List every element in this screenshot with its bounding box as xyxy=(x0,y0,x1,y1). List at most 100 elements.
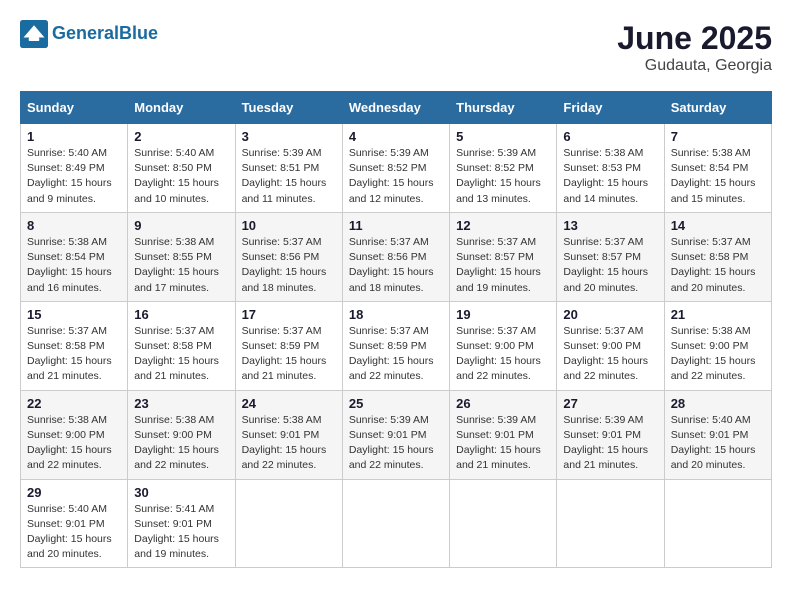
calendar-day-cell: 29 Sunrise: 5:40 AM Sunset: 9:01 PM Dayl… xyxy=(21,479,128,568)
day-number: 7 xyxy=(671,129,765,144)
day-number: 26 xyxy=(456,396,550,411)
sunrise-text: Sunrise: 5:39 AM xyxy=(242,146,336,161)
day-info: Sunrise: 5:37 AM Sunset: 8:56 PM Dayligh… xyxy=(242,235,336,296)
day-info: Sunrise: 5:38 AM Sunset: 8:54 PM Dayligh… xyxy=(27,235,121,296)
sunset-text: Sunset: 9:00 PM xyxy=(671,339,765,354)
sunrise-text: Sunrise: 5:37 AM xyxy=(456,235,550,250)
daylight-text: Daylight: 15 hours and 21 minutes. xyxy=(456,443,550,473)
header-sunday: Sunday xyxy=(21,92,128,124)
calendar-day-cell: 30 Sunrise: 5:41 AM Sunset: 9:01 PM Dayl… xyxy=(128,479,235,568)
day-number: 29 xyxy=(27,485,121,500)
day-info: Sunrise: 5:38 AM Sunset: 9:01 PM Dayligh… xyxy=(242,413,336,474)
sunrise-text: Sunrise: 5:37 AM xyxy=(349,235,443,250)
sunset-text: Sunset: 9:00 PM xyxy=(563,339,657,354)
sunrise-text: Sunrise: 5:37 AM xyxy=(134,324,228,339)
calendar-week-row: 22 Sunrise: 5:38 AM Sunset: 9:00 PM Dayl… xyxy=(21,390,772,479)
day-info: Sunrise: 5:39 AM Sunset: 8:52 PM Dayligh… xyxy=(349,146,443,207)
sunset-text: Sunset: 8:53 PM xyxy=(563,161,657,176)
day-info: Sunrise: 5:38 AM Sunset: 9:00 PM Dayligh… xyxy=(671,324,765,385)
day-number: 25 xyxy=(349,396,443,411)
daylight-text: Daylight: 15 hours and 13 minutes. xyxy=(456,176,550,206)
sunrise-text: Sunrise: 5:37 AM xyxy=(671,235,765,250)
calendar-day-cell: 26 Sunrise: 5:39 AM Sunset: 9:01 PM Dayl… xyxy=(450,390,557,479)
day-number: 10 xyxy=(242,218,336,233)
day-info: Sunrise: 5:39 AM Sunset: 9:01 PM Dayligh… xyxy=(456,413,550,474)
daylight-text: Daylight: 15 hours and 22 minutes. xyxy=(671,354,765,384)
calendar-week-row: 1 Sunrise: 5:40 AM Sunset: 8:49 PM Dayli… xyxy=(21,124,772,213)
calendar-day-cell: 25 Sunrise: 5:39 AM Sunset: 9:01 PM Dayl… xyxy=(342,390,449,479)
day-number: 5 xyxy=(456,129,550,144)
day-info: Sunrise: 5:37 AM Sunset: 9:00 PM Dayligh… xyxy=(563,324,657,385)
empty-cell xyxy=(450,479,557,568)
sunrise-text: Sunrise: 5:39 AM xyxy=(456,146,550,161)
sunrise-text: Sunrise: 5:40 AM xyxy=(671,413,765,428)
daylight-text: Daylight: 15 hours and 15 minutes. xyxy=(671,176,765,206)
day-number: 15 xyxy=(27,307,121,322)
day-info: Sunrise: 5:37 AM Sunset: 8:57 PM Dayligh… xyxy=(456,235,550,296)
day-number: 13 xyxy=(563,218,657,233)
sunrise-text: Sunrise: 5:39 AM xyxy=(349,146,443,161)
sunrise-text: Sunrise: 5:37 AM xyxy=(349,324,443,339)
sunset-text: Sunset: 9:00 PM xyxy=(134,428,228,443)
day-number: 3 xyxy=(242,129,336,144)
day-number: 20 xyxy=(563,307,657,322)
sunrise-text: Sunrise: 5:37 AM xyxy=(242,235,336,250)
day-info: Sunrise: 5:38 AM Sunset: 9:00 PM Dayligh… xyxy=(27,413,121,474)
daylight-text: Daylight: 15 hours and 10 minutes. xyxy=(134,176,228,206)
day-number: 14 xyxy=(671,218,765,233)
sunset-text: Sunset: 9:01 PM xyxy=(349,428,443,443)
calendar-week-row: 8 Sunrise: 5:38 AM Sunset: 8:54 PM Dayli… xyxy=(21,212,772,301)
sunrise-text: Sunrise: 5:38 AM xyxy=(27,413,121,428)
day-number: 6 xyxy=(563,129,657,144)
calendar-day-cell: 5 Sunrise: 5:39 AM Sunset: 8:52 PM Dayli… xyxy=(450,124,557,213)
daylight-text: Daylight: 15 hours and 22 minutes. xyxy=(27,443,121,473)
day-info: Sunrise: 5:37 AM Sunset: 8:59 PM Dayligh… xyxy=(349,324,443,385)
logo-general: General xyxy=(52,23,119,43)
calendar-day-cell: 9 Sunrise: 5:38 AM Sunset: 8:55 PM Dayli… xyxy=(128,212,235,301)
day-number: 2 xyxy=(134,129,228,144)
calendar-table: Sunday Monday Tuesday Wednesday Thursday… xyxy=(20,91,772,568)
daylight-text: Daylight: 15 hours and 20 minutes. xyxy=(671,443,765,473)
sunrise-text: Sunrise: 5:41 AM xyxy=(134,502,228,517)
day-info: Sunrise: 5:39 AM Sunset: 9:01 PM Dayligh… xyxy=(349,413,443,474)
sunrise-text: Sunrise: 5:38 AM xyxy=(134,235,228,250)
logo-icon xyxy=(20,20,48,48)
day-info: Sunrise: 5:39 AM Sunset: 8:51 PM Dayligh… xyxy=(242,146,336,207)
sunset-text: Sunset: 8:58 PM xyxy=(134,339,228,354)
sunset-text: Sunset: 8:57 PM xyxy=(563,250,657,265)
calendar-day-cell: 19 Sunrise: 5:37 AM Sunset: 9:00 PM Dayl… xyxy=(450,301,557,390)
daylight-text: Daylight: 15 hours and 19 minutes. xyxy=(134,532,228,562)
daylight-text: Daylight: 15 hours and 16 minutes. xyxy=(27,265,121,295)
sunrise-text: Sunrise: 5:38 AM xyxy=(563,146,657,161)
sunrise-text: Sunrise: 5:38 AM xyxy=(671,324,765,339)
calendar-day-cell: 28 Sunrise: 5:40 AM Sunset: 9:01 PM Dayl… xyxy=(664,390,771,479)
calendar-week-row: 15 Sunrise: 5:37 AM Sunset: 8:58 PM Dayl… xyxy=(21,301,772,390)
calendar-day-cell: 16 Sunrise: 5:37 AM Sunset: 8:58 PM Dayl… xyxy=(128,301,235,390)
day-info: Sunrise: 5:38 AM Sunset: 8:55 PM Dayligh… xyxy=(134,235,228,296)
calendar-day-cell: 14 Sunrise: 5:37 AM Sunset: 8:58 PM Dayl… xyxy=(664,212,771,301)
sunset-text: Sunset: 8:54 PM xyxy=(671,161,765,176)
calendar-day-cell: 21 Sunrise: 5:38 AM Sunset: 9:00 PM Dayl… xyxy=(664,301,771,390)
day-info: Sunrise: 5:38 AM Sunset: 9:00 PM Dayligh… xyxy=(134,413,228,474)
sunrise-text: Sunrise: 5:37 AM xyxy=(563,235,657,250)
daylight-text: Daylight: 15 hours and 14 minutes. xyxy=(563,176,657,206)
sunset-text: Sunset: 8:58 PM xyxy=(27,339,121,354)
sunset-text: Sunset: 8:57 PM xyxy=(456,250,550,265)
calendar-day-cell: 22 Sunrise: 5:38 AM Sunset: 9:00 PM Dayl… xyxy=(21,390,128,479)
sunset-text: Sunset: 9:01 PM xyxy=(27,517,121,532)
daylight-text: Daylight: 15 hours and 22 minutes. xyxy=(456,354,550,384)
calendar-day-cell: 8 Sunrise: 5:38 AM Sunset: 8:54 PM Dayli… xyxy=(21,212,128,301)
empty-cell xyxy=(235,479,342,568)
daylight-text: Daylight: 15 hours and 20 minutes. xyxy=(563,265,657,295)
sunset-text: Sunset: 8:49 PM xyxy=(27,161,121,176)
daylight-text: Daylight: 15 hours and 22 minutes. xyxy=(134,443,228,473)
sunset-text: Sunset: 8:56 PM xyxy=(349,250,443,265)
day-number: 11 xyxy=(349,218,443,233)
daylight-text: Daylight: 15 hours and 21 minutes. xyxy=(134,354,228,384)
daylight-text: Daylight: 15 hours and 22 minutes. xyxy=(349,354,443,384)
header-saturday: Saturday xyxy=(664,92,771,124)
daylight-text: Daylight: 15 hours and 17 minutes. xyxy=(134,265,228,295)
calendar-day-cell: 13 Sunrise: 5:37 AM Sunset: 8:57 PM Dayl… xyxy=(557,212,664,301)
sunrise-text: Sunrise: 5:38 AM xyxy=(134,413,228,428)
logo: GeneralBlue xyxy=(20,20,158,48)
